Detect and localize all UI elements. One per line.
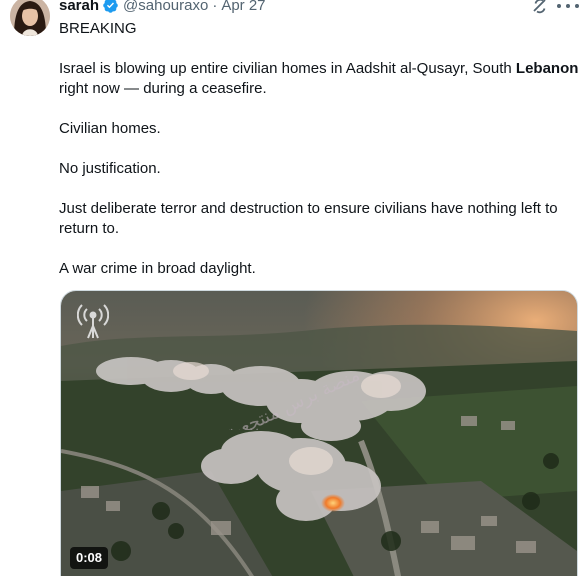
separator: · bbox=[212, 0, 218, 14]
tweet[interactable]: sarah @sahouraxo · Apr 27 BREAKING Israe… bbox=[0, 0, 585, 576]
text-part: Israel is blowing up entire civilian hom… bbox=[59, 60, 516, 77]
handle[interactable]: @sahouraxo bbox=[123, 0, 208, 14]
post-date[interactable]: Apr 27 bbox=[221, 0, 265, 14]
video-player[interactable] bbox=[60, 290, 578, 576]
text-war-crime: A war crime in broad daylight. bbox=[59, 260, 256, 277]
text-deliberate-terror: Just deliberate terror and destruction t… bbox=[59, 200, 558, 237]
tweet-header: sarah @sahouraxo · Apr 27 bbox=[59, 0, 266, 16]
more-dot bbox=[575, 4, 579, 8]
text-part: right now — during a ceasefire. bbox=[59, 80, 267, 97]
verified-badge-icon bbox=[103, 0, 118, 13]
text-paragraph-1: Israel is blowing up entire civilian hom… bbox=[59, 59, 581, 99]
text-breaking: BREAKING bbox=[59, 20, 137, 37]
broadcast-logo-icon bbox=[77, 304, 109, 339]
video-frame bbox=[61, 291, 577, 576]
video-duration: 0:08 bbox=[70, 547, 109, 569]
text-no-justification: No justification. bbox=[59, 160, 161, 177]
avatar-image bbox=[10, 0, 50, 36]
more-icon[interactable] bbox=[557, 0, 579, 16]
text-civilian-homes: Civilian homes. bbox=[59, 120, 161, 137]
avatar[interactable] bbox=[10, 0, 50, 36]
grok-icon[interactable] bbox=[530, 0, 550, 16]
tweet-text: BREAKING Israel is blowing up entire civ… bbox=[59, 19, 581, 279]
more-dot bbox=[557, 4, 561, 8]
display-name[interactable]: sarah bbox=[59, 0, 99, 14]
text-bold-lebanon: Lebanon bbox=[515, 60, 579, 77]
more-dot bbox=[566, 4, 570, 8]
